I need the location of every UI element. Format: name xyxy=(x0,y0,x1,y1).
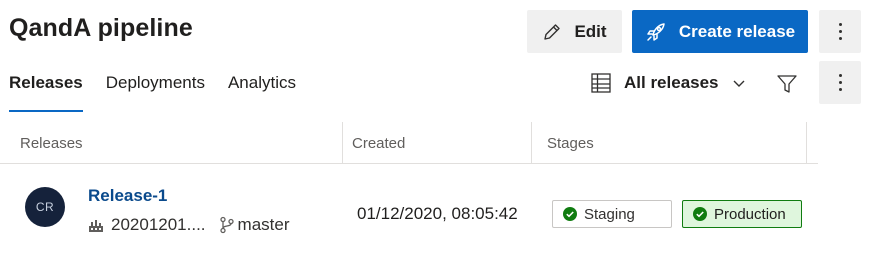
more-vertical-icon xyxy=(838,23,842,40)
column-header-releases[interactable]: Releases xyxy=(20,122,83,164)
stage-production-label: Production xyxy=(714,205,786,223)
release-meta: 20201201.... master xyxy=(88,215,290,235)
edit-button[interactable]: Edit xyxy=(527,10,622,53)
stage-staging-badge[interactable]: Staging xyxy=(552,200,672,228)
more-options-button[interactable] xyxy=(819,61,861,104)
column-divider[interactable] xyxy=(531,122,532,164)
filter-icon[interactable] xyxy=(776,73,798,95)
view-picker-dropdown[interactable]: All releases xyxy=(590,72,747,94)
avatar: CR xyxy=(25,187,65,227)
tab-releases[interactable]: Releases xyxy=(9,73,83,112)
check-circle-icon xyxy=(693,207,707,221)
chevron-down-icon xyxy=(731,75,747,91)
column-divider[interactable] xyxy=(342,122,343,164)
edit-button-label: Edit xyxy=(574,21,607,41)
branch-name[interactable]: master xyxy=(238,215,290,235)
create-release-label: Create release xyxy=(678,21,796,41)
column-header-stages[interactable]: Stages xyxy=(547,122,594,164)
table-view-icon xyxy=(590,72,612,94)
tab-bar: Releases Deployments Analytics xyxy=(9,73,319,112)
page-title: QandA pipeline xyxy=(9,14,193,42)
rocket-icon xyxy=(645,21,667,43)
table-row[interactable]: CR Release-1 20201201.... master 01/12/2… xyxy=(0,164,818,258)
stage-production-badge[interactable]: Production xyxy=(682,200,802,228)
branch-icon xyxy=(219,216,235,234)
create-release-button[interactable]: Create release xyxy=(632,10,808,53)
more-vertical-icon xyxy=(838,74,842,91)
tab-deployments[interactable]: Deployments xyxy=(106,73,205,111)
table-header: Releases Created Stages xyxy=(0,122,818,164)
release-name-link[interactable]: Release-1 xyxy=(88,186,167,206)
tab-analytics[interactable]: Analytics xyxy=(228,73,296,111)
more-actions-button[interactable] xyxy=(819,10,861,53)
stage-staging-label: Staging xyxy=(584,205,635,223)
build-number[interactable]: 20201201.... xyxy=(111,215,206,235)
column-divider[interactable] xyxy=(806,122,807,164)
view-picker-label: All releases xyxy=(624,73,719,92)
build-icon xyxy=(88,217,104,233)
check-circle-icon xyxy=(563,207,577,221)
pencil-icon xyxy=(542,22,562,42)
column-header-created[interactable]: Created xyxy=(352,122,405,164)
created-timestamp: 01/12/2020, 08:05:42 xyxy=(357,204,518,223)
